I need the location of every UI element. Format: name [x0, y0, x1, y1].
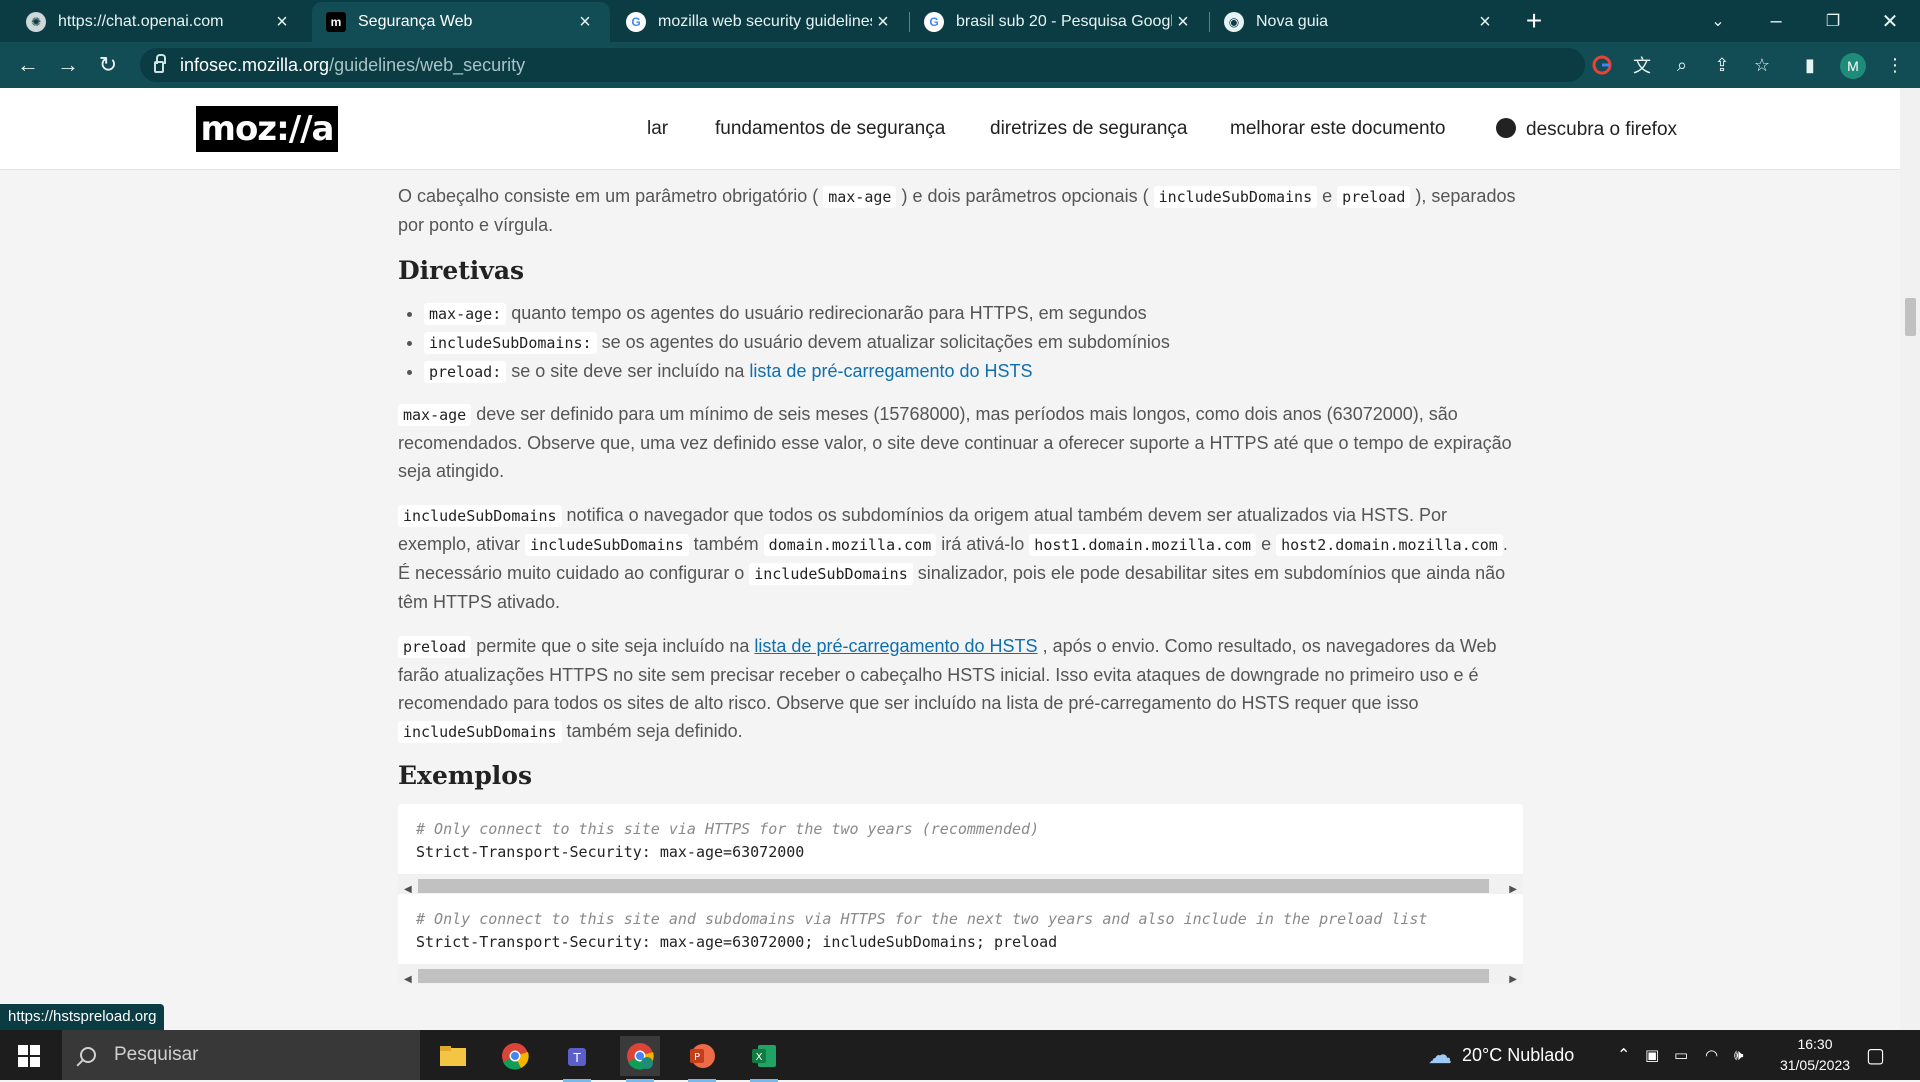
powerpoint-icon[interactable]: P [682, 1036, 722, 1082]
share-icon[interactable]: ⇪ [1709, 52, 1735, 78]
close-tab-icon[interactable]: × [1474, 11, 1496, 34]
meet-now-icon[interactable]: ▣ [1645, 1030, 1659, 1080]
url-text[interactable]: infosec.mozilla.org/guidelines/web_secur… [180, 55, 525, 76]
menu-kebab-icon[interactable]: ⋮ [1882, 52, 1908, 78]
site-header: moz://a lar fundamentos de segurança dir… [0, 88, 1900, 170]
list-item: includeSubDomains: se os agentes do usuá… [424, 328, 1523, 357]
openai-icon: ✺ [26, 12, 46, 32]
svg-text:P: P [694, 1052, 700, 1063]
excel-icon[interactable]: X [744, 1036, 784, 1082]
nav-link-firefox[interactable]: descubra o firefox [1496, 118, 1677, 141]
close-tab-icon[interactable]: × [574, 11, 596, 34]
nav-link-melhorar[interactable]: melhorar este documento [1230, 118, 1445, 140]
taskbar-search[interactable]: Pesquisar [62, 1030, 420, 1080]
windows-start-icon[interactable] [18, 1045, 40, 1067]
wifi-icon[interactable]: ◠ [1705, 1030, 1718, 1080]
file-explorer-icon[interactable] [433, 1036, 473, 1076]
google-icon: G [924, 12, 944, 32]
code-example-1: # Only connect to this site via HTTPS fo… [398, 804, 1523, 895]
nav-link-fundamentos[interactable]: fundamentos de segurança [715, 118, 945, 140]
windows-taskbar: Pesquisar T P X ☁ 20°C Nublado ⌃ ▣ ▭ ◠ 🕪… [0, 1030, 1920, 1082]
google-icon: G [626, 12, 646, 32]
volume-icon[interactable]: 🕪 [1734, 1030, 1743, 1080]
close-window-button[interactable]: ✕ [1862, 0, 1918, 42]
zoom-icon[interactable]: ⌕ [1669, 52, 1695, 78]
scrollbar-thumb[interactable] [1905, 298, 1916, 336]
chrome-profile-icon[interactable] [620, 1036, 660, 1082]
preload-paragraph: preload permite que o site seja incluído… [398, 636, 1497, 743]
list-item: max-age: quanto tempo os agentes do usuá… [424, 299, 1523, 328]
tab-brasil-sub20[interactable]: G brasil sub 20 - Pesquisa Google × [910, 2, 1208, 42]
teams-icon[interactable]: T [557, 1036, 597, 1082]
chrome-icon: ◉ [1224, 12, 1244, 32]
list-item: preload: se o site deve ser incluído na … [424, 357, 1523, 386]
tab-seguranca-web[interactable]: m Segurança Web × [312, 2, 610, 42]
article-content: O cabeçalho consiste em um parâmetro obr… [398, 170, 1523, 985]
mozilla-m-icon: m [326, 12, 346, 32]
tab-mozilla-guidelines[interactable]: G mozilla web security guidelines i × [612, 2, 908, 42]
heading-exemplos: Exemplos [398, 761, 533, 790]
translate-icon[interactable]: 文 [1629, 52, 1655, 78]
maxage-paragraph: max-age deve ser definido para um mínimo… [398, 404, 1512, 481]
minimize-button[interactable]: – [1748, 0, 1804, 42]
code-comment: # Only connect to this site via HTTPS fo… [416, 820, 1040, 838]
forward-arrow-icon[interactable]: → [52, 49, 84, 81]
bookmark-star-icon[interactable]: ☆ [1749, 52, 1775, 78]
side-panel-icon[interactable]: ▮ [1797, 52, 1823, 78]
search-icon [80, 1047, 96, 1063]
new-tab-button[interactable]: + [1518, 6, 1550, 38]
battery-icon[interactable]: ▭ [1674, 1030, 1688, 1080]
cloud-icon: ☁ [1428, 1041, 1452, 1069]
intro-paragraph: O cabeçalho consiste em um parâmetro obr… [398, 186, 1516, 235]
scrollbar-thumb[interactable] [418, 969, 1489, 983]
taskbar-clock[interactable]: 16:30 31/05/2023 [1760, 1034, 1870, 1076]
code-example-2: # Only connect to this site and subdomai… [398, 894, 1523, 985]
hsts-preload-link-underlined[interactable]: lista de pré-carregamento do HSTS [754, 636, 1037, 656]
includesubdomains-paragraph: includeSubDomains notifica o navegador q… [398, 505, 1508, 612]
tab-strip: ✺ https://chat.openai.com × m Segurança … [0, 0, 1920, 42]
svg-text:X: X [756, 1052, 763, 1063]
status-bar-url: https://hstspreload.org [0, 1004, 165, 1030]
scroll-right-icon[interactable]: ▶ [1509, 966, 1517, 994]
hsts-preload-link[interactable]: lista de pré-carregamento do HSTS [749, 361, 1032, 381]
horizontal-scrollbar[interactable]: ◀ ▶ [398, 964, 1523, 985]
firefox-icon [1496, 118, 1516, 138]
code-line: Strict-Transport-Security: max-age=63072… [416, 933, 1058, 951]
heading-diretivas: Diretivas [398, 256, 525, 285]
close-tab-icon[interactable]: × [872, 11, 894, 34]
profile-avatar[interactable]: M [1840, 53, 1866, 79]
code-comment: # Only connect to this site and subdomai… [416, 910, 1428, 928]
reload-icon[interactable]: ↻ [92, 49, 124, 81]
notifications-icon[interactable]: ▢ [1866, 1030, 1885, 1080]
web-page: moz://a lar fundamentos de segurança dir… [0, 88, 1920, 1030]
directives-list: max-age: quanto tempo os agentes do usuá… [398, 299, 1523, 386]
tab-nova-guia[interactable]: ◉ Nova guia × [1210, 2, 1510, 42]
nav-link-lar[interactable]: lar [647, 118, 668, 140]
address-bar[interactable]: infosec.mozilla.org/guidelines/web_secur… [140, 48, 1585, 82]
scroll-left-icon[interactable]: ◀ [404, 966, 412, 994]
svg-text:T: T [572, 1051, 581, 1065]
scrollbar-thumb[interactable] [418, 879, 1489, 893]
tab-search-chevron-icon[interactable]: ⌄ [1690, 0, 1746, 42]
tab-chatgpt[interactable]: ✺ https://chat.openai.com × [12, 2, 307, 42]
nav-link-diretrizes[interactable]: diretrizes de segurança [990, 118, 1188, 140]
mozilla-logo[interactable]: moz://a [196, 106, 338, 152]
code-line: Strict-Transport-Security: max-age=63072… [416, 843, 805, 861]
close-tab-icon[interactable]: × [1172, 11, 1194, 34]
browser-toolbar: ← → ↻ infosec.mozilla.org/guidelines/web… [0, 42, 1920, 88]
vertical-scrollbar[interactable] [1900, 88, 1920, 1030]
back-arrow-icon[interactable]: ← [12, 49, 44, 81]
tray-chevron-up-icon[interactable]: ⌃ [1617, 1030, 1630, 1080]
horizontal-scrollbar[interactable]: ◀ ▶ [398, 874, 1523, 895]
weather-widget[interactable]: ☁ 20°C Nublado [1428, 1030, 1574, 1080]
close-tab-icon[interactable]: × [271, 11, 293, 34]
chrome-icon[interactable] [495, 1036, 535, 1076]
google-lens-icon[interactable] [1589, 52, 1615, 78]
restore-button[interactable]: ❐ [1805, 0, 1861, 42]
lock-icon[interactable] [154, 54, 166, 73]
